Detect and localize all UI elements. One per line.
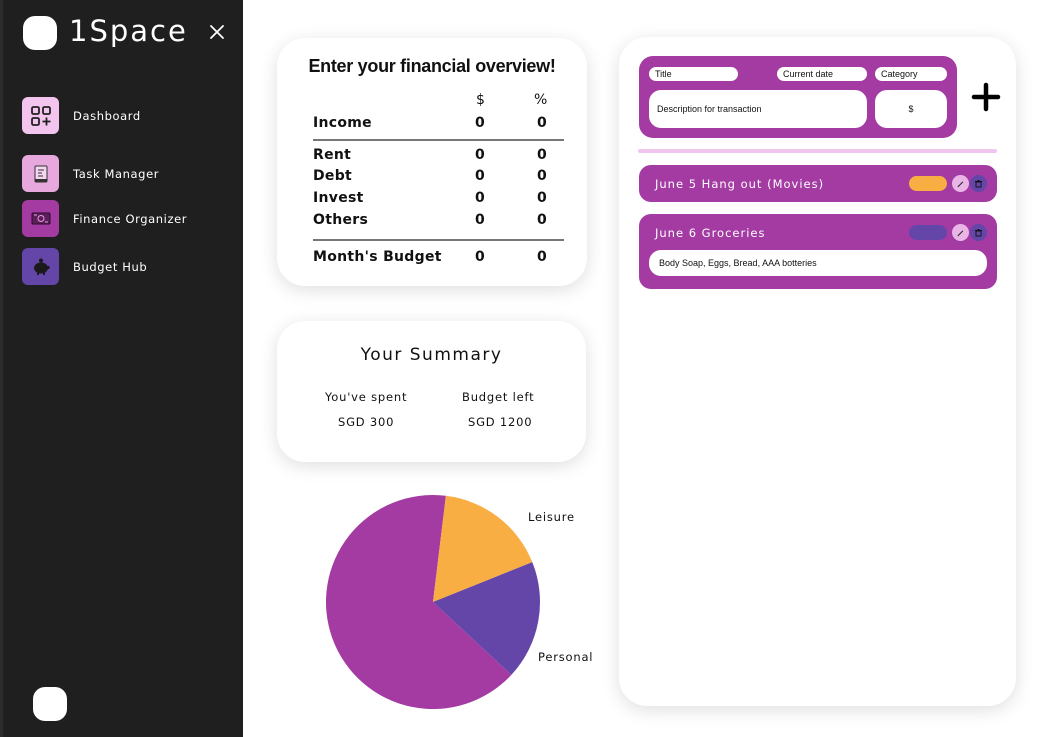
- income-percent-field[interactable]: 0: [537, 115, 547, 131]
- budget-left-label: Budget left: [462, 390, 535, 404]
- transaction-description: Body Soap, Eggs, Bread, AAA botteries: [649, 250, 987, 276]
- amount-input[interactable]: $: [875, 90, 947, 128]
- transaction-text: June 6 Groceries: [655, 226, 766, 240]
- invest-amount-field[interactable]: 0: [475, 190, 485, 206]
- pie-label-personal: Personal: [538, 650, 594, 664]
- rent-amount-field[interactable]: 0: [475, 147, 485, 163]
- overview-title: Enter your financial overview!: [308, 56, 556, 76]
- row-label: Month's Budget: [313, 249, 442, 265]
- description-input[interactable]: Description for transaction: [649, 90, 867, 128]
- date-input[interactable]: Current date: [777, 67, 867, 81]
- transactions-panel: Title Current date Category Description …: [619, 37, 1016, 706]
- spent-label: You've spent: [325, 390, 408, 404]
- trash-icon: [975, 229, 982, 237]
- transaction-item[interactable]: June 6 Groceries Body Soap, Eggs, Bread,…: [639, 214, 997, 289]
- budget-percent-value: 0: [537, 249, 548, 265]
- row-label: Debt: [313, 168, 353, 184]
- divider: [313, 139, 564, 141]
- category-select[interactable]: Category: [875, 67, 947, 81]
- row-label: Rent: [313, 147, 352, 163]
- debt-amount-field[interactable]: 0: [475, 168, 485, 184]
- debt-percent-field[interactable]: 0: [537, 168, 547, 184]
- sidebar-item-label: Task Manager: [73, 166, 160, 181]
- edit-button[interactable]: [952, 224, 969, 241]
- trash-icon: [975, 180, 982, 188]
- edit-button[interactable]: [952, 175, 969, 192]
- percent-column-header: %: [534, 92, 548, 108]
- app-title: 1Space: [69, 14, 188, 48]
- delete-button[interactable]: [970, 224, 987, 241]
- others-percent-field[interactable]: 0: [537, 212, 547, 228]
- row-label: Income: [313, 115, 372, 131]
- dollar-column-header: $: [476, 92, 485, 108]
- summary-title: Your Summary: [360, 345, 503, 365]
- income-amount-field[interactable]: 0: [475, 115, 485, 131]
- title-input[interactable]: Title: [649, 67, 738, 81]
- profile-button[interactable]: [33, 687, 67, 721]
- invest-percent-field[interactable]: 0: [537, 190, 547, 206]
- sidebar-item-label: Dashboard: [73, 108, 141, 123]
- category-tag: [909, 176, 947, 191]
- row-label: Invest: [313, 190, 364, 206]
- app-logo: [23, 16, 57, 50]
- sidebar-item-budget-hub[interactable]: Budget Hub: [22, 248, 147, 285]
- divider: [313, 239, 564, 241]
- sidebar-item-label: Finance Organizer: [73, 211, 188, 226]
- budget-amount-value: 0: [475, 249, 486, 265]
- pie-label-leisure: Leisure: [528, 510, 575, 524]
- divider: [638, 149, 997, 153]
- sidebar-item-finance-organizer[interactable]: Finance Organizer: [22, 200, 187, 237]
- notepad-icon: [22, 155, 59, 192]
- row-label: Others: [313, 212, 369, 228]
- budget-left-value: SGD 1200: [468, 415, 533, 429]
- financial-overview-card: Enter your financial overview! $ % Incom…: [277, 38, 587, 286]
- sidebar: 1Space Dashboard Task Manager Finance Or…: [0, 0, 243, 737]
- transaction-item[interactable]: June 5 Hang out (Movies): [639, 165, 997, 202]
- close-sidebar-button[interactable]: [207, 22, 227, 42]
- plus-icon: [971, 82, 1001, 112]
- sidebar-item-label: Budget Hub: [73, 259, 148, 274]
- delete-button[interactable]: [970, 175, 987, 192]
- add-transaction-button[interactable]: [971, 82, 1001, 112]
- category-tag: [909, 225, 947, 240]
- spending-pie-chart: Leisure Personal: [320, 490, 600, 715]
- sidebar-item-task-manager[interactable]: Task Manager: [22, 155, 159, 192]
- spent-value: SGD 300: [338, 415, 395, 429]
- others-amount-field[interactable]: 0: [475, 212, 485, 228]
- summary-card: Your Summary You've spent Budget left SG…: [277, 321, 586, 462]
- sidebar-item-dashboard[interactable]: Dashboard: [22, 97, 141, 134]
- rent-percent-field[interactable]: 0: [537, 147, 547, 163]
- piggy-bank-icon: [22, 248, 59, 285]
- close-icon: [210, 25, 224, 39]
- pencil-icon: [957, 181, 964, 188]
- grid-plus-icon: [22, 97, 59, 134]
- transaction-form: Title Current date Category Description …: [639, 56, 957, 138]
- money-icon: [22, 200, 59, 237]
- pencil-icon: [957, 230, 964, 237]
- transaction-text: June 5 Hang out (Movies): [655, 177, 825, 191]
